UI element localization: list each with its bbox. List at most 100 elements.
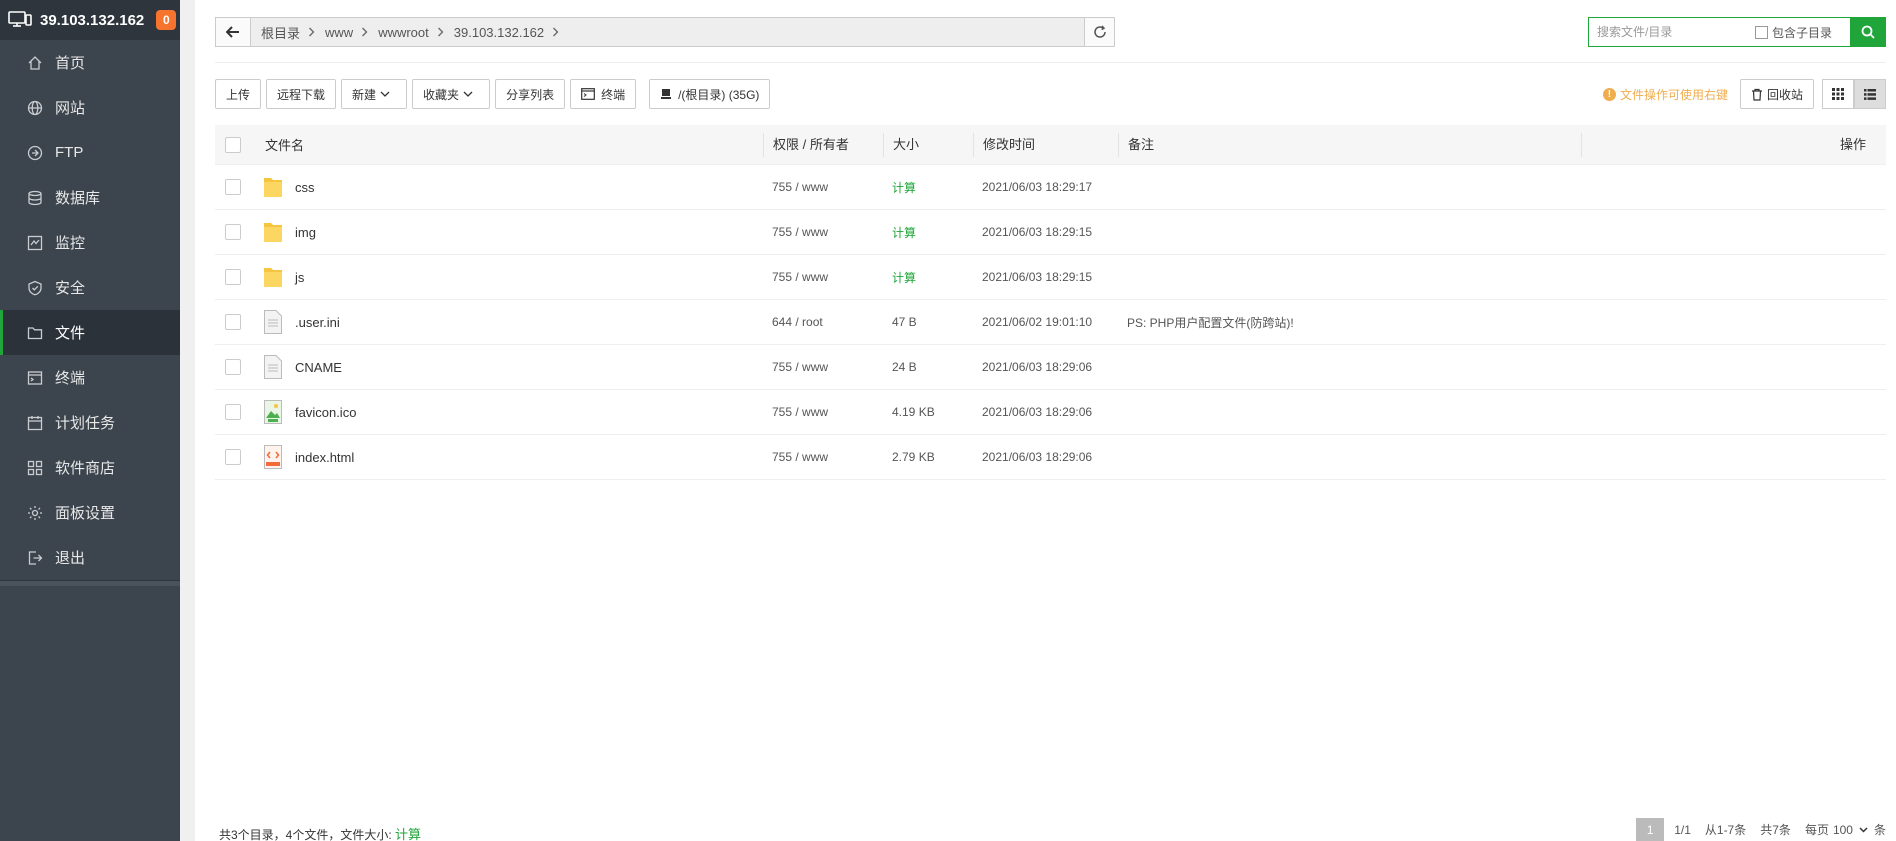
list-view-button[interactable] — [1854, 79, 1886, 109]
perm-cell[interactable]: 644 / root — [763, 315, 883, 329]
note-cell[interactable]: PS: PHP用户配置文件(防跨站)! — [1118, 314, 1581, 331]
name-cell[interactable]: index.html — [263, 444, 763, 470]
perm-cell[interactable]: 755 / www — [763, 225, 883, 239]
table-row[interactable]: favicon.ico 755 / www 4.19 KB 2021/06/03 18… — [215, 390, 1886, 435]
row-checkbox-cell — [215, 269, 263, 285]
select-all-checkbox[interactable] — [225, 136, 241, 153]
new-label: 新建 — [352, 87, 377, 102]
header-name[interactable]: 文件名 — [263, 135, 763, 154]
size-cell: 24 B — [883, 360, 973, 374]
include-subdir-checkbox[interactable]: 包含子目录 — [1755, 24, 1832, 41]
size-value[interactable]: 计算 — [892, 226, 916, 240]
size-value[interactable]: 计算 — [892, 181, 916, 195]
server-ip[interactable]: 39.103.132.162 — [40, 12, 144, 29]
row-checkbox[interactable] — [225, 179, 241, 195]
perm-cell[interactable]: 755 / www — [763, 450, 883, 464]
size-cell[interactable]: 计算 — [883, 269, 973, 286]
sidebar-item-9[interactable]: 软件商店 — [0, 445, 180, 490]
sidebar-item-2[interactable]: FTP — [0, 130, 180, 175]
mtime-cell: 2021/06/03 18:29:15 — [982, 270, 1093, 284]
perm-cell[interactable]: 755 / www — [763, 180, 883, 194]
sidebar-item-1[interactable]: 网站 — [0, 85, 180, 130]
remote-download-button[interactable]: 远程下载 — [266, 79, 337, 109]
globe-icon — [27, 100, 43, 115]
table-row[interactable]: js 755 / www 计算 2021/06/03 18:29:15 — [215, 255, 1886, 300]
row-checkbox[interactable] — [225, 314, 241, 330]
table-row[interactable]: css 755 / www 计算 2021/06/03 18:29:17 — [215, 165, 1886, 210]
table-row[interactable]: .user.ini 644 / root 47 B 2021/06/02 19:01:… — [215, 300, 1886, 345]
per-page-select[interactable]: 每页 100 — [1805, 821, 1868, 838]
search-input[interactable] — [1589, 18, 1749, 46]
sidebar-item-4[interactable]: 监控 — [0, 220, 180, 265]
checkbox-box[interactable] — [1755, 25, 1768, 39]
page-number[interactable]: 1 — [1636, 818, 1665, 841]
size-value: 2.79 KB — [892, 450, 935, 464]
sidebar-item-6[interactable]: 文件 — [0, 310, 180, 355]
sidebar-item-10[interactable]: 面板设置 — [0, 490, 180, 535]
perm-cell[interactable]: 755 / www — [763, 360, 883, 374]
file-name[interactable]: CNAME — [295, 360, 342, 375]
breadcrumb-item[interactable]: www — [325, 25, 353, 40]
name-cell[interactable]: img — [263, 219, 763, 245]
mtime-cell: 2021/06/03 18:29:06 — [982, 360, 1093, 374]
shield-icon — [28, 280, 42, 295]
calc-total-link[interactable]: 计算 — [395, 827, 421, 841]
sidebar-item-11[interactable]: 退出 — [0, 535, 180, 580]
row-checkbox[interactable] — [225, 224, 241, 240]
terminal-button[interactable]: 终端 — [570, 79, 637, 109]
breadcrumb-item[interactable]: 39.103.132.162 — [454, 25, 544, 40]
sidebar-item-3[interactable]: 数据库 — [0, 175, 180, 220]
file-name[interactable]: favicon.ico — [295, 405, 356, 420]
back-button[interactable] — [215, 17, 251, 47]
size-value[interactable]: 计算 — [892, 271, 916, 285]
favorites-dropdown[interactable]: 收藏夹 — [412, 79, 491, 109]
share-list-button[interactable]: 分享列表 — [495, 79, 566, 109]
breadcrumb[interactable]: 根目录 www wwwroot 39.103.132.162 — [251, 17, 1085, 47]
size-cell[interactable]: 计算 — [883, 179, 973, 196]
row-checkbox-cell — [215, 179, 263, 195]
sidebar-item-8[interactable]: 计划任务 — [0, 400, 180, 445]
breadcrumb-item[interactable]: 根目录 — [261, 23, 300, 42]
sidebar-item-7[interactable]: 终端 — [0, 355, 180, 400]
perm-cell[interactable]: 755 / www — [763, 270, 883, 284]
table-row[interactable]: CNAME 755 / www 24 B 2021/06/03 18:29:06 — [215, 345, 1886, 390]
file-icon — [263, 309, 283, 335]
size-cell: 2.79 KB — [883, 450, 973, 464]
per-page-value[interactable]: 100 — [1833, 823, 1853, 837]
header-perm[interactable]: 权限 / 所有者 — [763, 132, 883, 157]
header-size[interactable]: 大小 — [883, 132, 973, 157]
disk-button[interactable]: /(根目录) (35G) — [649, 79, 771, 109]
breadcrumb-item[interactable]: wwwroot — [378, 25, 429, 40]
row-checkbox[interactable] — [225, 269, 241, 285]
table-row[interactable]: index.html 755 / www 2.79 KB 2021/06/03 18:… — [215, 435, 1886, 480]
upload-button[interactable]: 上传 — [215, 79, 262, 109]
grid-view-button[interactable] — [1822, 79, 1854, 109]
file-manager: 根目录 www wwwroot 39.103.132.162 包含子目录 上传 远程下… — [195, 0, 1896, 841]
sidebar-item-5[interactable]: 安全 — [0, 265, 180, 310]
row-checkbox[interactable] — [225, 404, 241, 420]
file-name[interactable]: css — [295, 180, 315, 195]
file-name[interactable]: .user.ini — [295, 315, 340, 330]
search-button[interactable] — [1850, 17, 1886, 47]
file-name[interactable]: js — [295, 270, 304, 285]
trash-icon — [1751, 88, 1762, 101]
file-name[interactable]: img — [295, 225, 316, 240]
refresh-button[interactable] — [1085, 17, 1115, 47]
chevron-right-icon — [437, 25, 444, 40]
name-cell[interactable]: css — [263, 174, 763, 200]
name-cell[interactable]: .user.ini — [263, 309, 763, 335]
size-cell[interactable]: 计算 — [883, 224, 973, 241]
notification-badge[interactable]: 0 — [156, 10, 177, 30]
header-mtime[interactable]: 修改时间 — [973, 132, 1118, 157]
recycle-bin-button[interactable]: 回收站 — [1739, 79, 1814, 109]
new-dropdown[interactable]: 新建 — [341, 79, 408, 109]
row-checkbox[interactable] — [225, 359, 241, 375]
row-checkbox[interactable] — [225, 449, 241, 465]
sidebar-item-0[interactable]: 首页 — [0, 40, 180, 85]
name-cell[interactable]: CNAME — [263, 354, 763, 380]
file-name[interactable]: index.html — [295, 450, 354, 465]
name-cell[interactable]: favicon.ico — [263, 399, 763, 425]
perm-cell[interactable]: 755 / www — [763, 405, 883, 419]
table-row[interactable]: img 755 / www 计算 2021/06/03 18:29:15 — [215, 210, 1886, 255]
name-cell[interactable]: js — [263, 264, 763, 290]
